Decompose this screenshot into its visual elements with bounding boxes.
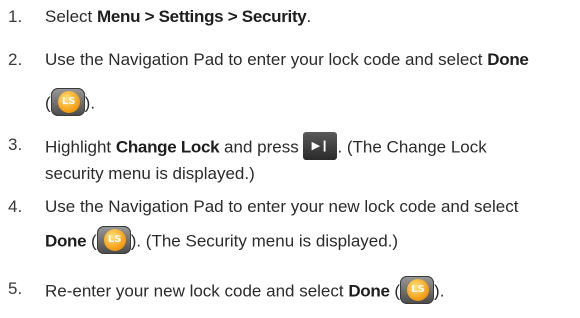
text: ( (86, 231, 97, 251)
text: Select (45, 7, 97, 26)
step-4-line-1: Use the Navigation Pad to enter your new… (45, 196, 518, 218)
play-pause-icon: ▶❙ (303, 132, 338, 160)
ls-done-icon: LS (96, 226, 131, 254)
step-2-line-2: ( LS). (45, 88, 96, 118)
text: Re-enter your new lock code and select (45, 281, 349, 301)
menu-path: Menu > Settings > Security (96, 7, 307, 26)
ls-disc: LS (407, 279, 430, 301)
text: Use the Navigation Pad to enter your loc… (45, 50, 488, 69)
step-4-line-2: Done ( LS). (The Security menu is display… (45, 226, 399, 256)
text: Use the Navigation Pad to enter your new… (45, 197, 519, 216)
text: . (306, 7, 312, 26)
done-label: Done (45, 231, 87, 251)
step-number: 4. (8, 197, 23, 216)
step-number: 2. (8, 50, 23, 69)
text: . (The Change Lock (337, 137, 487, 157)
text: ( (389, 281, 401, 301)
done-label: Done (348, 281, 390, 301)
ls-done-icon: LS (50, 88, 85, 116)
step-5-line-1: Re-enter your new lock code and select D… (45, 276, 445, 306)
step-2-line-1: Use the Navigation Pad to enter your loc… (45, 49, 529, 71)
step-3-line-2: security menu is displayed.) (45, 163, 255, 185)
ls-done-icon: LS (400, 276, 435, 304)
text: and press (219, 137, 304, 157)
text: ). (434, 281, 445, 301)
step-number: 1. (8, 7, 23, 26)
step-1-line-1: Select Menu > Settings > Security. (45, 6, 311, 28)
step-number: 5. (8, 279, 23, 298)
step-number: 3. (8, 135, 23, 154)
ls-disc: LS (103, 229, 126, 251)
text: ). (The Security menu is displayed.) (130, 231, 399, 251)
step-3-line-1: Highlight Change Lock and press ▶❙. (The… (45, 132, 487, 162)
ls-disc: LS (57, 91, 80, 113)
change-lock-label: Change Lock (115, 137, 220, 157)
text: Highlight (45, 137, 116, 157)
text: security menu is displayed.) (45, 164, 255, 183)
text: ( (45, 93, 51, 113)
done-label: Done (487, 50, 529, 69)
text: ). (84, 93, 96, 113)
